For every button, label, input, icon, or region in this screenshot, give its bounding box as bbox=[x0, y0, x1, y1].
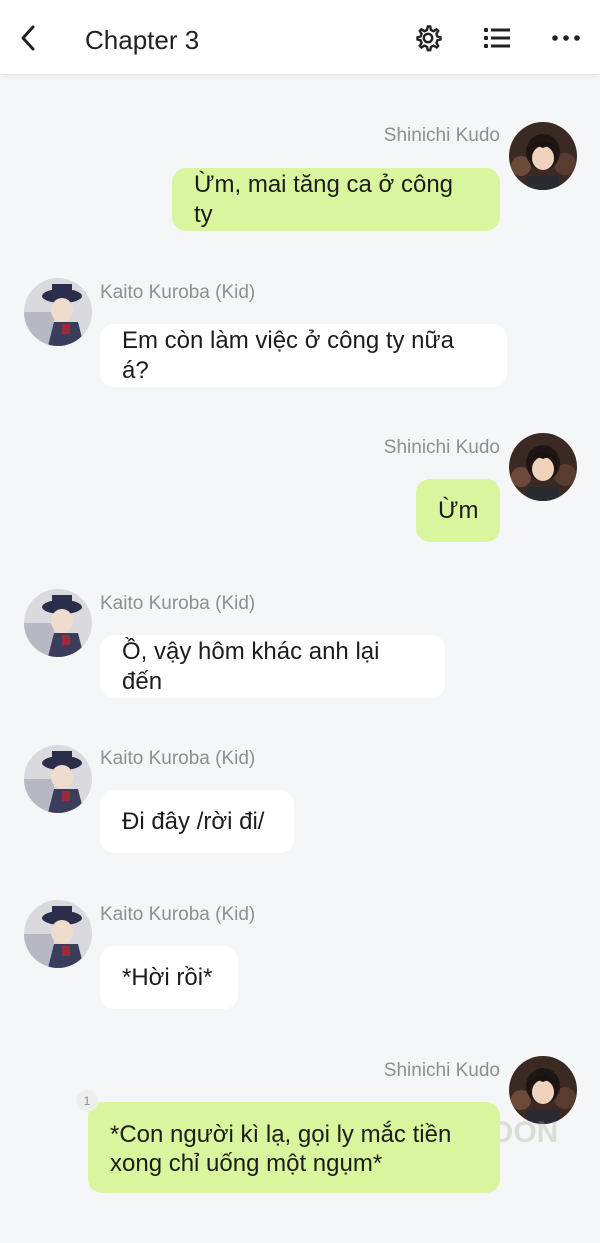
avatar-image bbox=[509, 1056, 577, 1124]
sender-name: Kaito Kuroba (Kid) bbox=[100, 282, 256, 303]
sender-name: Kaito Kuroba (Kid) bbox=[100, 904, 256, 925]
message-bubble[interactable]: Ừm, mai tăng ca ở công ty bbox=[172, 168, 500, 231]
avatar-kaito[interactable] bbox=[24, 278, 92, 346]
chapter-list-button[interactable] bbox=[479, 20, 515, 56]
avatar-image bbox=[509, 122, 577, 190]
sender-name: Shinichi Kudo bbox=[383, 125, 500, 146]
avatar-image bbox=[24, 900, 92, 968]
message-bubble[interactable]: Ồ, vậy hôm khác anh lại đến bbox=[100, 635, 445, 698]
message-line: xong chỉ uống một ngụm* bbox=[110, 1150, 383, 1177]
avatar-image bbox=[24, 745, 92, 813]
list-icon bbox=[484, 28, 510, 48]
avatar-kaito[interactable] bbox=[24, 589, 92, 657]
back-button[interactable] bbox=[12, 20, 46, 56]
more-icon bbox=[552, 35, 580, 41]
page-title: Chapter 3 bbox=[85, 25, 200, 55]
comment-count-badge[interactable]: 1 bbox=[76, 1090, 98, 1112]
message-bubble[interactable]: *Con người kì lạ, gọi ly mắc tiền xong c… bbox=[88, 1102, 500, 1193]
sender-name: Kaito Kuroba (Kid) bbox=[100, 593, 256, 614]
message-bubble[interactable]: Đi đây /rời đi/ bbox=[100, 790, 294, 853]
sender-name: Shinichi Kudo bbox=[383, 1060, 500, 1081]
avatar-kaito[interactable] bbox=[24, 745, 92, 813]
avatar-shinichi[interactable] bbox=[509, 433, 577, 501]
settings-button[interactable] bbox=[410, 20, 446, 56]
watermark: OON bbox=[490, 1116, 559, 1149]
avatar-image bbox=[24, 278, 92, 346]
avatar-shinichi[interactable] bbox=[509, 122, 577, 190]
message-bubble[interactable]: Em còn làm việc ở công ty nữa á? bbox=[100, 324, 507, 387]
avatar-image bbox=[24, 589, 92, 657]
gear-icon bbox=[416, 25, 442, 52]
top-bar: Chapter 3 bbox=[0, 0, 600, 75]
avatar-shinichi[interactable] bbox=[509, 1056, 577, 1124]
message-bubble[interactable]: *Hời rồi* bbox=[100, 946, 238, 1009]
chevron-left-icon bbox=[21, 25, 35, 51]
avatar-image bbox=[509, 433, 577, 501]
avatar-kaito[interactable] bbox=[24, 900, 92, 968]
message-line: *Con người kì lạ, gọi ly mắc tiền bbox=[110, 1121, 452, 1148]
sender-name: Kaito Kuroba (Kid) bbox=[100, 748, 256, 769]
more-button[interactable] bbox=[548, 20, 584, 56]
message-bubble[interactable]: Ừm bbox=[416, 479, 500, 542]
sender-name: Shinichi Kudo bbox=[383, 437, 500, 458]
